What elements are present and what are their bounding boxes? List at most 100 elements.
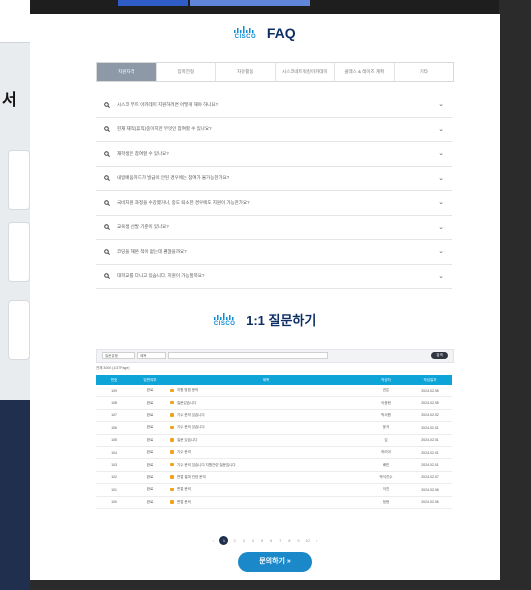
search-bar: 질문유형 제목 검색 (96, 349, 454, 363)
q-icon (102, 272, 111, 281)
cell-status: 완료 (132, 385, 168, 398)
page-button[interactable]: 4 (250, 538, 256, 543)
page-button[interactable]: 8 (286, 538, 292, 543)
cell-date: 2024.02.07 (408, 471, 452, 485)
faq-list: 시스코 부트 아카데미 지원하려면 어떻게 해야 하나요? ⌄ 현재 재직(휴직)… (96, 93, 452, 289)
cell-status: 완료 (132, 496, 168, 509)
ask-button[interactable]: 문의하기 » (238, 552, 312, 572)
cell-title[interactable]: 기수 문의 있습니다 (168, 409, 364, 423)
table-row[interactable]: 100 완료 면접 문의 정현 2024.02.06 (96, 496, 452, 509)
faq-item[interactable]: 시스코 부트 아카데미 지원하려면 어떻게 해야 하나요? ⌄ (96, 93, 452, 118)
title-text: 기수 문의 있습니다 지원관련 질문입니다 (177, 462, 236, 467)
banner-strip (118, 0, 188, 6)
page-button[interactable]: 2 (232, 538, 238, 543)
cell-title[interactable]: 기수 문의 (168, 446, 364, 460)
col-number: 번호 (96, 375, 132, 385)
search-input[interactable] (168, 352, 328, 359)
page-button[interactable]: 7 (277, 538, 283, 543)
cell-status: 완료 (132, 421, 168, 435)
cell-number: 100 (96, 496, 132, 509)
faq-question: 현재 재직(휴직)중이지만 무엇인 참여할 수 있나요? (117, 126, 212, 132)
search-button[interactable]: 검색 (431, 352, 448, 359)
background-header (0, 0, 30, 43)
lock-icon (170, 388, 174, 393)
table-row[interactable]: 102 완료 면접 결과 관련 문의 박석진수 2024.02.07 (96, 471, 452, 485)
lock-icon (170, 425, 174, 430)
cell-number: 104 (96, 446, 132, 460)
tab-class-plan[interactable]: 클래스 & 레이즈 계획 (335, 63, 395, 81)
chevron-down-icon[interactable]: ⌄ (438, 198, 444, 206)
title-text: 기수 문의 있습니다 (177, 412, 205, 417)
chevron-down-icon[interactable]: ⌄ (438, 247, 444, 255)
cell-author: 윤석 (364, 421, 408, 435)
faq-header: CISCO FAQ (30, 24, 500, 50)
cell-status: 완료 (132, 458, 168, 472)
page-button[interactable]: 10 (305, 538, 311, 543)
cell-title[interactable]: 질문 있습니다 (168, 434, 364, 447)
cell-author: 박서원 (364, 409, 408, 423)
tab-etc[interactable]: 기타 (394, 63, 453, 81)
faq-question: 국비지원 과정을 수강했거나, 중도 퇴소한 경우에도 지원이 가능한가요? (117, 199, 250, 205)
page-button[interactable]: 3 (241, 538, 247, 543)
lock-icon (170, 487, 174, 492)
cell-title[interactable]: 기수 문의 있습니다 (168, 421, 364, 435)
tab-eligibility[interactable]: 지원자격 (97, 63, 157, 81)
table-row[interactable]: 109 완료 지원 방법 문의 권은 2024.02.05 (96, 385, 452, 398)
chevron-down-icon[interactable]: ⌄ (438, 272, 444, 280)
page-button[interactable]: 6 (268, 538, 274, 543)
cell-title[interactable]: 면접 문의 (168, 496, 364, 509)
tab-activities[interactable]: 자유활동 (216, 63, 276, 81)
page-title: FAQ (266, 24, 296, 41)
banner-strip (190, 0, 310, 6)
cell-number: 103 (96, 458, 132, 472)
cell-title[interactable]: 면접 문의 (168, 483, 364, 497)
next-page-button[interactable]: › (314, 538, 320, 543)
page-button[interactable]: 5 (259, 538, 265, 543)
faq-item[interactable]: 교육생 선발 기준이 있나요? ⌄ (96, 216, 452, 240)
faq-item[interactable]: 현재 재직(휴직)중이지만 무엇인 참여할 수 있나요? ⌄ (96, 118, 452, 142)
cell-title[interactable]: 지원 방법 문의 (168, 385, 364, 398)
faq-tabs: 지원자격 입학전형 자유활동 시스코네트워킹아카데미 클래스 & 레이즈 계획 … (96, 62, 454, 82)
table-row[interactable]: 105 완료 질문 있습니다 김 2024.02.01 (96, 434, 452, 447)
title-text: 질문 있습니다 (177, 437, 198, 442)
chevron-down-icon[interactable]: ⌄ (438, 100, 444, 108)
ask-section-header: CISCO 1:1 질문하기 (30, 310, 500, 329)
faq-item[interactable]: 코딩을 해본 적이 없는데 괜찮을까요? ⌄ (96, 240, 452, 265)
table-row[interactable]: 103 완료 기수 문의 있습니다 지원관련 질문입니다 배민 2024.02.01 (96, 458, 452, 472)
faq-item[interactable]: 국비지원 과정을 수강했거나, 중도 퇴소한 경우에도 지원이 가능한가요? ⌄ (96, 191, 452, 216)
cell-number: 108 (96, 396, 132, 410)
faq-item[interactable]: 대학교를 다니고 있습니다. 지원이 가능할까요? ⌄ (96, 265, 452, 289)
faq-modal: CISCO FAQ 지원자격 입학전형 자유활동 시스코네트워킹아카데미 클래스… (30, 14, 500, 580)
cell-date: 2024.02.01 (408, 446, 452, 460)
chevron-down-icon[interactable]: ⌄ (438, 149, 444, 157)
total-count: 전체 3000 (1/37Page) (96, 366, 130, 370)
cell-title[interactable]: 면접 결과 관련 문의 (168, 471, 364, 485)
cell-title[interactable]: 기수 문의 있습니다 지원관련 질문입니다 (168, 458, 364, 472)
faq-item[interactable]: 내일배움카드가 발급이 안된 경우에는 참여가 불가능한가요? ⌄ (96, 167, 452, 191)
page-button[interactable]: 1 (219, 536, 229, 545)
background-card (8, 300, 30, 360)
tab-admission[interactable]: 입학전형 (156, 63, 216, 81)
title-text: 기수 문의 (177, 450, 191, 455)
q-icon (102, 125, 111, 134)
prev-page-button[interactable]: ‹ (210, 538, 216, 543)
cell-title[interactable]: 질문있습니다 (168, 396, 364, 410)
table-row[interactable]: 108 완료 질문있습니다 이종현 2024.02.05 (96, 396, 452, 410)
cell-status: 완료 (132, 434, 168, 447)
title-text: 면접 결과 관련 문의 (177, 474, 206, 479)
table-row[interactable]: 106 완료 기수 문의 있습니다 윤석 2024.02.01 (96, 421, 452, 435)
chevron-down-icon[interactable]: ⌄ (438, 174, 444, 182)
cell-number: 102 (96, 471, 132, 485)
tab-academy[interactable]: 시스코네트워킹아카데미 (275, 63, 335, 81)
table-row[interactable]: 107 완료 기수 문의 있습니다 박서원 2024.02.02 (96, 409, 452, 423)
table-row[interactable]: 104 완료 기수 문의 하리아 2024.02.01 (96, 446, 452, 460)
field-select[interactable]: 제목 (137, 352, 166, 359)
cell-author: 김 (364, 434, 408, 447)
page-button[interactable]: 9 (295, 538, 301, 543)
chevron-down-icon[interactable]: ⌄ (438, 125, 444, 133)
chevron-down-icon[interactable]: ⌄ (438, 223, 444, 231)
pagination: ‹ 1 2 3 4 5 6 7 8 9 10 › (30, 536, 500, 545)
type-select[interactable]: 질문유형 (102, 352, 135, 359)
table-row[interactable]: 101 완료 면접 문의 이진 2024.02.06 (96, 483, 452, 497)
faq-item[interactable]: 재학생은 참여할 수 있나요? ⌄ (96, 142, 452, 167)
